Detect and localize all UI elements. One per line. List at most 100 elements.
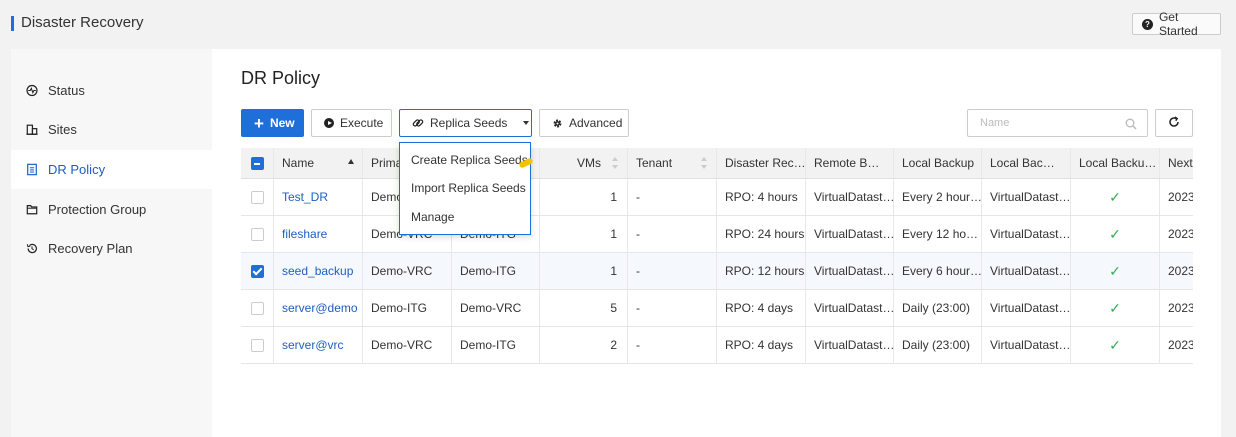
replica-seeds-menu: Create Replica Seeds Import Replica Seed…	[399, 142, 534, 235]
remote-backup-cell: VirtualDatast…	[806, 327, 894, 363]
column-label: Remote B…	[814, 156, 880, 170]
tenant-cell: -	[628, 179, 717, 215]
replica-seeds-label: Replica Seeds	[430, 116, 508, 130]
row-select-cell	[241, 179, 274, 215]
remote-backup-cell: VirtualDatast…	[806, 216, 894, 252]
table-row[interactable]: server@demo Demo-ITG Demo-VRC 5 - RPO: 4…	[241, 290, 1193, 327]
column-header-name[interactable]: Name	[274, 148, 363, 178]
next-backup-cell: 2023-	[1168, 301, 1193, 315]
replica-seeds-button[interactable]: Replica Seeds	[399, 109, 532, 137]
play-icon	[324, 118, 334, 128]
row-select-cell	[241, 216, 274, 252]
primary-site-cell: Demo-ITG	[363, 290, 452, 326]
table-row[interactable]: fileshare Demo-VRC Demo-ITG 1 - RPO: 24 …	[241, 216, 1193, 253]
vms-cell: 1	[540, 253, 628, 289]
policy-name-link[interactable]: server@vrc	[274, 327, 363, 363]
tenant-cell: -	[628, 216, 717, 252]
advanced-button-label: Advanced	[569, 116, 623, 130]
refresh-icon	[1168, 115, 1180, 131]
sidebar: Status Sites DR Policy Protection Group …	[11, 49, 212, 437]
sidebar-item-protection-group[interactable]: Protection Group	[11, 190, 212, 229]
policy-name-link[interactable]: Test_DR	[274, 179, 363, 215]
status-pulse-icon	[26, 84, 38, 97]
column-header-remote-backup[interactable]: Remote B…	[806, 148, 894, 178]
local-backup-cell: Every 12 ho…	[894, 216, 982, 252]
sidebar-item-label: Recovery Plan	[48, 241, 133, 256]
policy-name-link[interactable]: seed_backup	[274, 253, 363, 289]
column-header-tenant[interactable]: Tenant	[628, 148, 717, 178]
column-header-next-backup[interactable]: Next I	[1160, 148, 1193, 178]
sidebar-item-dr-policy[interactable]: DR Policy	[11, 150, 212, 189]
column-label: Next I	[1168, 156, 1193, 170]
sidebar-item-label: Protection Group	[48, 202, 147, 217]
next-backup-cell: 2023-	[1168, 227, 1193, 241]
help-icon: ?	[1142, 18, 1153, 30]
sidebar-item-status[interactable]: Status	[11, 71, 212, 110]
name-search-field[interactable]	[967, 109, 1148, 137]
column-label: Disaster Rec…	[725, 156, 806, 170]
check-icon: ✓	[1071, 179, 1160, 215]
check-icon: ✓	[1071, 216, 1160, 252]
column-label: Local Bac…	[990, 156, 1055, 170]
get-started-button[interactable]: ? Get Started	[1132, 10, 1221, 38]
gear-icon	[552, 118, 563, 129]
menu-item-import-replica-seeds[interactable]: Import Replica Seeds	[400, 174, 530, 202]
column-header-vms[interactable]: VMs	[540, 148, 628, 178]
local-backup-target-cell: VirtualDatast…	[982, 327, 1071, 363]
link-icon	[412, 117, 424, 129]
advanced-button[interactable]: Advanced	[539, 109, 629, 137]
select-all-cell	[241, 148, 274, 178]
rpo-cell: RPO: 24 hours	[717, 216, 806, 252]
tenant-cell: -	[628, 253, 717, 289]
column-label: Local Backup	[902, 156, 975, 170]
execute-button[interactable]: Execute	[311, 109, 392, 137]
local-backup-cell: Every 2 hour…	[894, 179, 982, 215]
refresh-button[interactable]	[1155, 109, 1193, 137]
row-checkbox[interactable]	[250, 301, 264, 315]
policy-name-link[interactable]: fileshare	[274, 216, 363, 252]
table-row[interactable]: server@vrc Demo-VRC Demo-ITG 2 - RPO: 4 …	[241, 327, 1193, 364]
sidebar-item-label: Status	[48, 83, 85, 98]
row-select-cell	[241, 253, 274, 289]
remote-backup-cell: VirtualDatast…	[806, 179, 894, 215]
select-all-checkbox[interactable]	[250, 156, 264, 170]
column-header-local-backup-enabled[interactable]: Local Backu…	[1071, 148, 1160, 178]
sort-icon	[612, 157, 619, 169]
row-select-cell	[241, 327, 274, 363]
app-title: Disaster Recovery	[21, 14, 144, 31]
get-started-label: Get Started	[1158, 10, 1198, 38]
check-icon: ✓	[1071, 253, 1160, 289]
local-backup-target-cell: VirtualDatast…	[982, 179, 1071, 215]
sidebar-item-sites[interactable]: Sites	[11, 110, 212, 149]
new-button[interactable]: + New	[241, 109, 304, 137]
local-backup-target-cell: VirtualDatast…	[982, 253, 1071, 289]
column-label: Local Backu…	[1079, 156, 1157, 170]
row-checkbox[interactable]	[250, 264, 264, 278]
table-row[interactable]: Test_DR Demo- 1 - RPO: 4 hours VirtualDa…	[241, 179, 1193, 216]
page-title: DR Policy	[241, 68, 321, 88]
column-header-disaster-recovery[interactable]: Disaster Rec…	[717, 148, 806, 178]
search-input[interactable]	[980, 117, 1120, 129]
row-checkbox[interactable]	[250, 227, 264, 241]
local-backup-cell: Daily (23:00)	[894, 290, 982, 326]
table-header: Name Prima VMs Tenant Disaster Rec… Remo	[241, 148, 1193, 179]
next-backup-cell: 2023-	[1168, 338, 1193, 352]
building-icon	[26, 124, 38, 136]
column-header-local-backup[interactable]: Local Backup	[894, 148, 982, 178]
sidebar-item-label: Sites	[48, 122, 77, 137]
table-row[interactable]: seed_backup Demo-VRC Demo-ITG 1 - RPO: 1…	[241, 253, 1193, 290]
vms-cell: 1	[540, 179, 628, 215]
row-checkbox[interactable]	[250, 338, 264, 352]
column-header-local-backup-target[interactable]: Local Bac…	[982, 148, 1071, 178]
rpo-cell: RPO: 12 hours	[717, 253, 806, 289]
top-bar: Disaster Recovery ? Get Started	[0, 0, 1236, 48]
policy-name-link[interactable]: server@demo	[274, 290, 363, 326]
secondary-site-cell: Demo-ITG	[452, 253, 540, 289]
menu-item-create-replica-seeds[interactable]: Create Replica Seeds	[400, 146, 530, 174]
plus-icon: +	[254, 113, 264, 133]
row-checkbox[interactable]	[250, 190, 264, 204]
next-backup-cell: 2023-	[1168, 264, 1193, 278]
remote-backup-cell: VirtualDatast…	[806, 253, 894, 289]
sidebar-item-recovery-plan[interactable]: Recovery Plan	[11, 229, 212, 268]
menu-item-manage[interactable]: Manage	[400, 203, 530, 231]
